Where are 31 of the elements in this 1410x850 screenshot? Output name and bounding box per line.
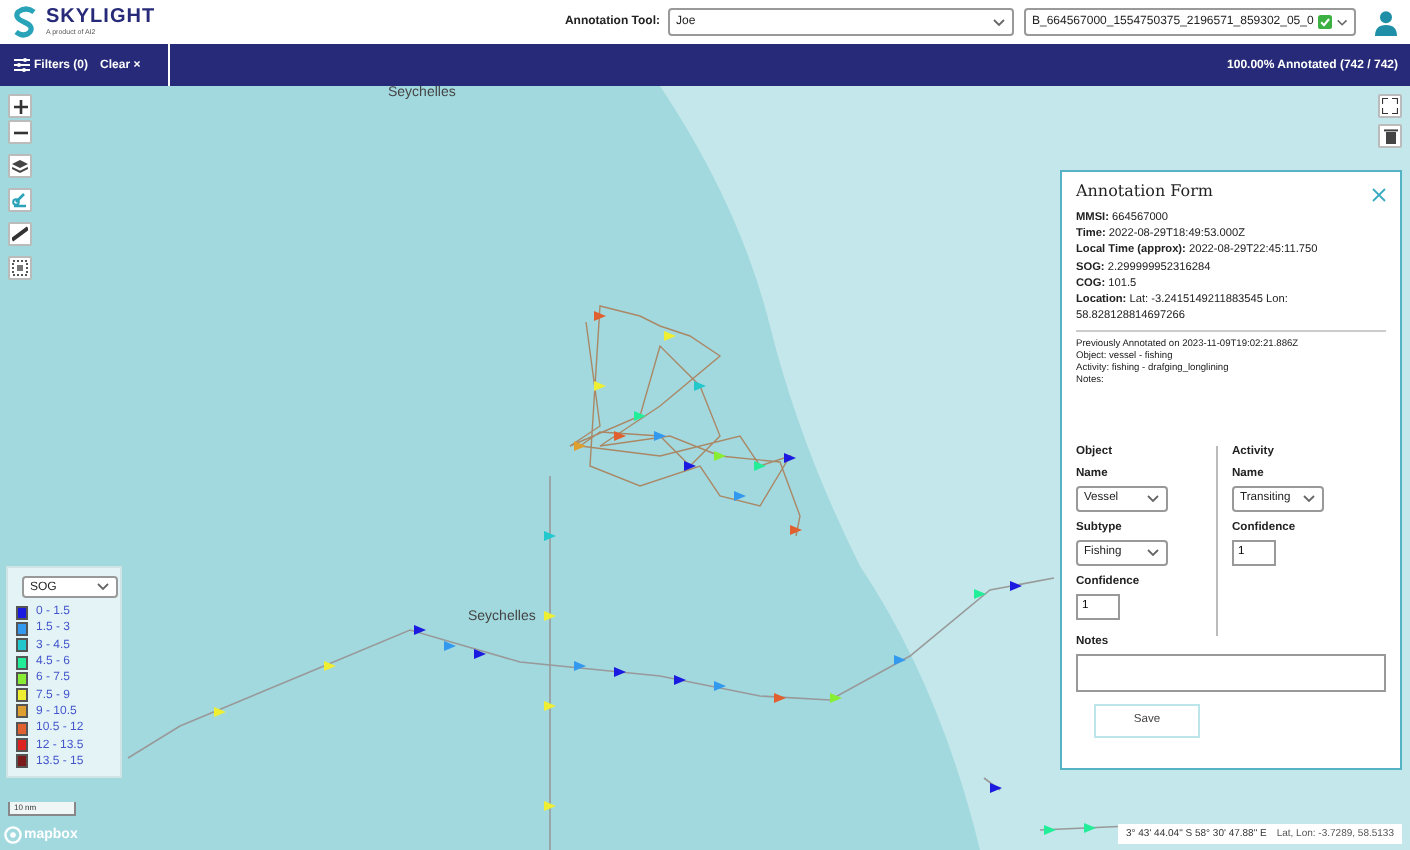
ruler-button[interactable] xyxy=(8,222,32,246)
ruler-icon xyxy=(12,226,28,242)
caret-icon xyxy=(1146,493,1160,504)
expand-icon xyxy=(1382,98,1398,114)
logo-title: SKYLIGHT xyxy=(46,7,156,27)
layers-icon xyxy=(12,159,28,173)
mapbox-logo-icon xyxy=(4,826,22,844)
logo-icon xyxy=(12,6,40,38)
delete-button[interactable] xyxy=(1378,124,1402,148)
caret-icon xyxy=(1335,17,1348,27)
caret-icon xyxy=(1302,493,1316,504)
trash-icon xyxy=(1383,128,1397,144)
layers-button[interactable] xyxy=(8,154,32,178)
caret-icon xyxy=(992,17,1006,27)
plus-icon xyxy=(13,99,27,113)
expand-button[interactable] xyxy=(1378,94,1402,118)
vessel-track-drawing xyxy=(983,777,1002,793)
user-icon xyxy=(1374,9,1398,35)
filter-icon xyxy=(14,58,30,72)
draw-tool-button[interactable] xyxy=(8,188,32,212)
caret-icon xyxy=(96,582,110,592)
pen-icon xyxy=(12,192,28,208)
zoom-in-button[interactable] xyxy=(8,94,32,118)
notes-field[interactable] xyxy=(1076,653,1386,692)
form-title: Annotation Form xyxy=(1076,182,1214,200)
select-area-button[interactable] xyxy=(8,256,32,280)
frame-icon xyxy=(12,260,28,276)
zoom-out-button[interactable] xyxy=(8,120,32,144)
close-button[interactable] xyxy=(1372,188,1386,202)
caret-icon xyxy=(1146,547,1160,558)
close-icon xyxy=(1372,188,1386,202)
